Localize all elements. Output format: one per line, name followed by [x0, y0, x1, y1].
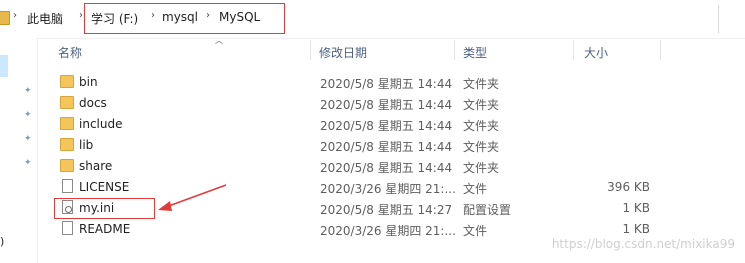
- watermark: https://blog.csdn.net/mixika99: [551, 237, 735, 251]
- annotation-arrow: [158, 184, 227, 211]
